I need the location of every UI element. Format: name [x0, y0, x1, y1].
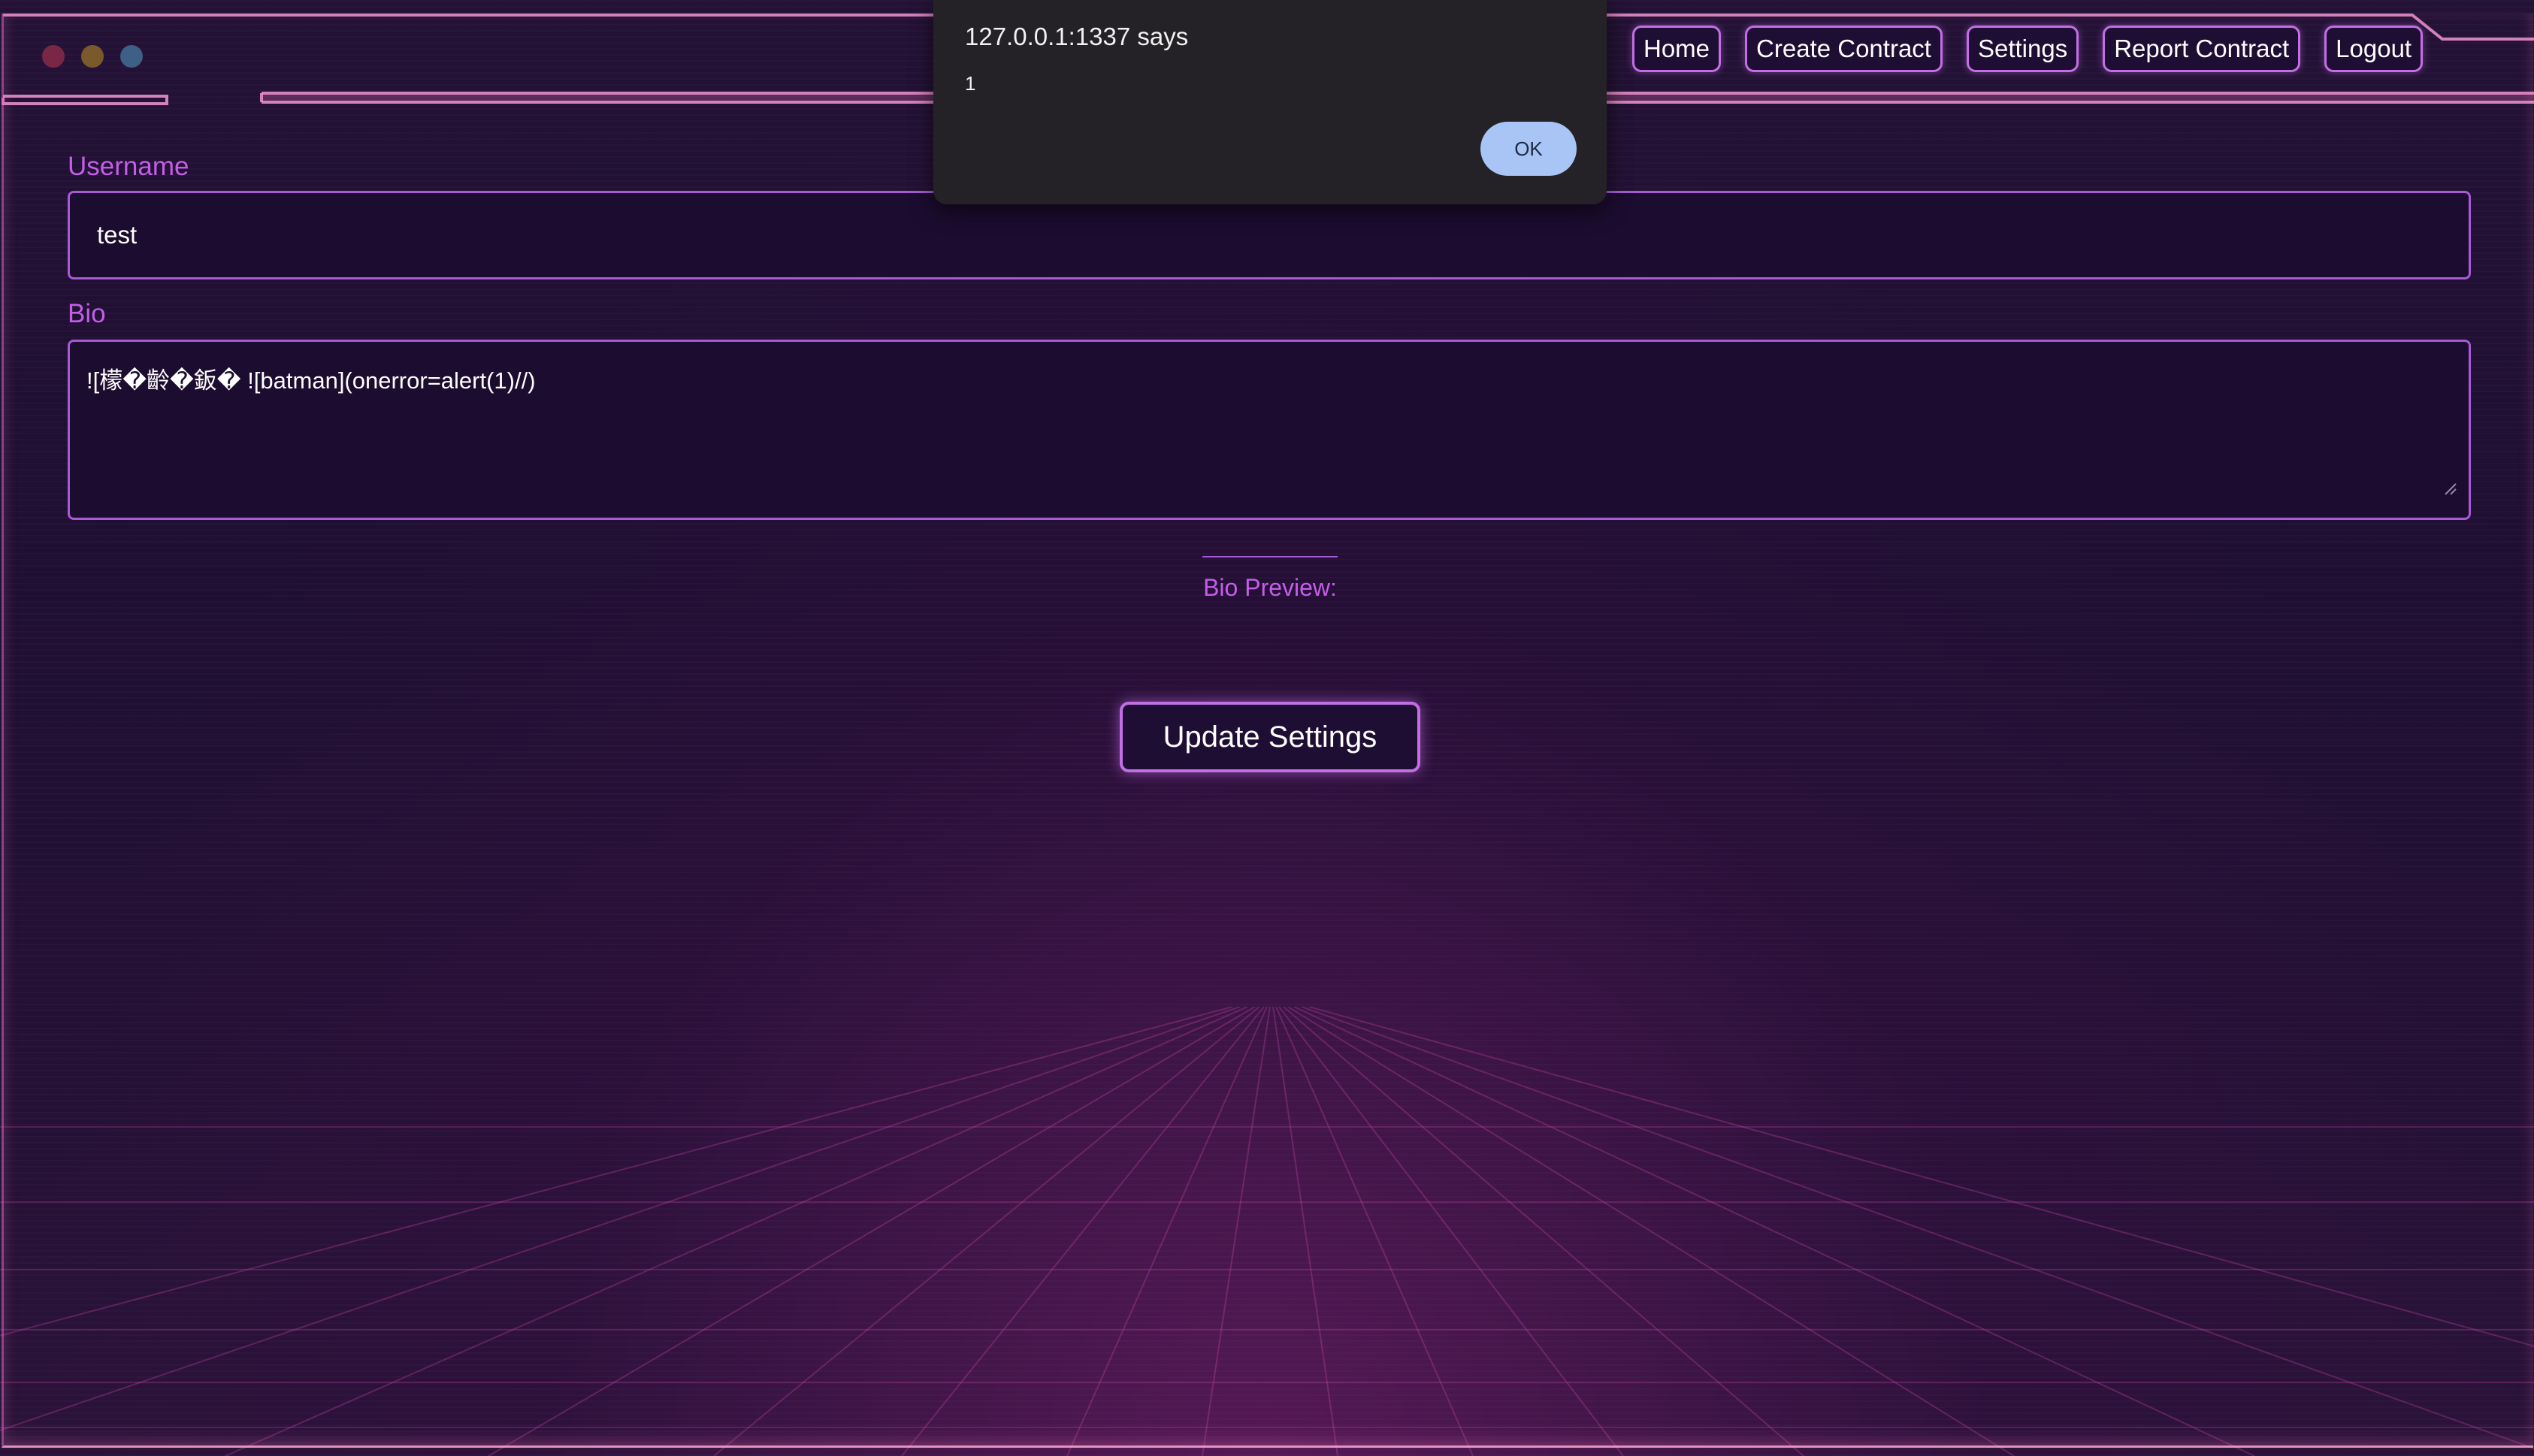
- bio-preview-label: Bio Preview:: [1203, 574, 1337, 601]
- nav-home-button[interactable]: Home: [1632, 26, 1722, 72]
- resize-grip-icon[interactable]: [2442, 481, 2457, 496]
- bio-label: Bio: [68, 299, 106, 328]
- close-dot-icon[interactable]: [42, 45, 65, 68]
- alert-message-text: 1: [965, 72, 976, 95]
- alert-ok-button[interactable]: OK: [1480, 122, 1577, 176]
- page: Home Create Contract Settings Report Con…: [0, 0, 2534, 1456]
- alert-dialog: 127.0.0.1:1337 says 1 OK: [933, 0, 1607, 204]
- nav-logout-button[interactable]: Logout: [2324, 26, 2424, 72]
- main-nav: Home Create Contract Settings Report Con…: [1632, 26, 2424, 72]
- nav-settings-button[interactable]: Settings: [1966, 26, 2079, 72]
- maximize-dot-icon[interactable]: [120, 45, 143, 68]
- preview-divider: [1202, 556, 1338, 557]
- nav-report-contract-button[interactable]: Report Contract: [2103, 26, 2301, 72]
- username-label: Username: [68, 152, 189, 181]
- update-settings-button[interactable]: Update Settings: [1120, 702, 1420, 772]
- grid-floor-decoration: [0, 1007, 2534, 1456]
- minimize-dot-icon[interactable]: [81, 45, 104, 68]
- bio-textarea[interactable]: ![檬�齡�鈑� ![batman](onerror=alert(1)//): [68, 340, 2471, 520]
- nav-create-contract-button[interactable]: Create Contract: [1745, 26, 1943, 72]
- alert-origin-text: 127.0.0.1:1337 says: [965, 23, 1189, 50]
